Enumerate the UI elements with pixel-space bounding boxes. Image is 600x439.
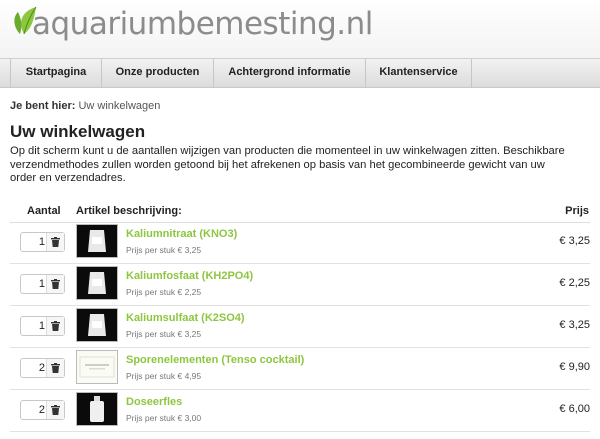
breadcrumb: Je bent hier: Uw winkelwagen [10,100,160,112]
quantity-value[interactable]: 2 [21,359,49,377]
product-thumbnail[interactable] [76,266,118,300]
header-qty: Aantal [27,205,61,217]
quantity-field[interactable]: 1 [20,316,65,336]
product-thumbnail[interactable] [76,392,118,426]
product-thumbnail[interactable] [76,308,118,342]
product-thumbnail[interactable] [76,350,118,384]
main-nav: Startpagina Onze producten Achtergrond i… [0,58,600,88]
quantity-value[interactable]: 1 [21,317,49,335]
trash-icon [51,363,60,373]
line-total: € 2,25 [559,277,590,289]
unit-price: Prijs per stuk € 3,25 [126,245,202,255]
nav-item-startpagina[interactable]: Startpagina [10,59,102,87]
remove-item-button[interactable] [46,401,64,419]
product-bag-image [77,309,117,341]
cart-row: 1 Kaliumnitraat (KNO3) Prijs per stuk € … [10,222,590,264]
remove-item-button[interactable] [46,275,64,293]
row-divider [10,431,590,432]
header-description: Artikel beschrijving: [76,205,182,217]
quantity-field[interactable]: 1 [20,232,65,252]
cart-row: 2 Doseerfles Prijs per stuk € 3,00 € 6,0… [10,390,590,432]
trash-icon [51,321,60,331]
line-total: € 6,00 [559,403,590,415]
line-total: € 3,25 [559,235,590,247]
product-name[interactable]: Doseerfles [126,396,182,408]
nav-item-klantenservice[interactable]: Klantenservice [366,59,472,87]
unit-price: Prijs per stuk € 3,25 [126,329,202,339]
cart-row: 1 Kaliumsulfaat (K2SO4) Prijs per stuk €… [10,306,590,348]
quantity-field[interactable]: 2 [20,358,65,378]
product-bag-image [77,225,117,257]
remove-item-button[interactable] [46,317,64,335]
page-title: Uw winkelwagen [10,122,146,141]
unit-price: Prijs per stuk € 3,00 [126,413,202,423]
quantity-value[interactable]: 1 [21,275,49,293]
line-total: € 3,25 [559,319,590,331]
site-header: aquariumbemesting.nl [0,0,600,58]
product-name[interactable]: Kaliumfosfaat (KH2PO4) [126,270,253,282]
remove-item-button[interactable] [46,233,64,251]
cart-row: 1 Kaliumfosfaat (KH2PO4) Prijs per stuk … [10,264,590,306]
header-price: Prijs [565,205,589,217]
product-bag-image [77,267,117,299]
logo-text: aquariumbemesting.nl [32,6,373,42]
trash-icon [51,237,60,247]
product-bottle-image [77,393,117,425]
site-logo[interactable]: aquariumbemesting.nl [10,4,373,44]
trash-icon [51,279,60,289]
unit-price: Prijs per stuk € 2,25 [126,287,202,297]
nav-item-onze-producten[interactable]: Onze producten [102,59,214,87]
trash-icon [51,405,60,415]
product-name[interactable]: Kaliumsulfaat (K2SO4) [126,312,245,324]
quantity-value[interactable]: 1 [21,233,49,251]
breadcrumb-prefix: Je bent hier: [10,100,76,112]
unit-price: Prijs per stuk € 4,95 [126,371,202,381]
product-thumbnail[interactable] [76,224,118,258]
nav-item-achtergrond-informatie[interactable]: Achtergrond informatie [214,59,366,87]
product-name[interactable]: Kaliumnitraat (KNO3) [126,228,237,240]
intro-text: Op dit scherm kunt u de aantallen wijzig… [10,145,565,184]
quantity-field[interactable]: 1 [20,274,65,294]
line-total: € 9,90 [559,361,590,373]
quantity-value[interactable]: 2 [21,401,49,419]
cart-row: 2 Sporenelementen (Tenso cocktail) Prijs… [10,348,590,390]
remove-item-button[interactable] [46,359,64,377]
product-name[interactable]: Sporenelementen (Tenso cocktail) [126,354,304,366]
product-label-image [77,351,117,383]
quantity-field[interactable]: 2 [20,400,65,420]
breadcrumb-current: Uw winkelwagen [78,100,161,112]
